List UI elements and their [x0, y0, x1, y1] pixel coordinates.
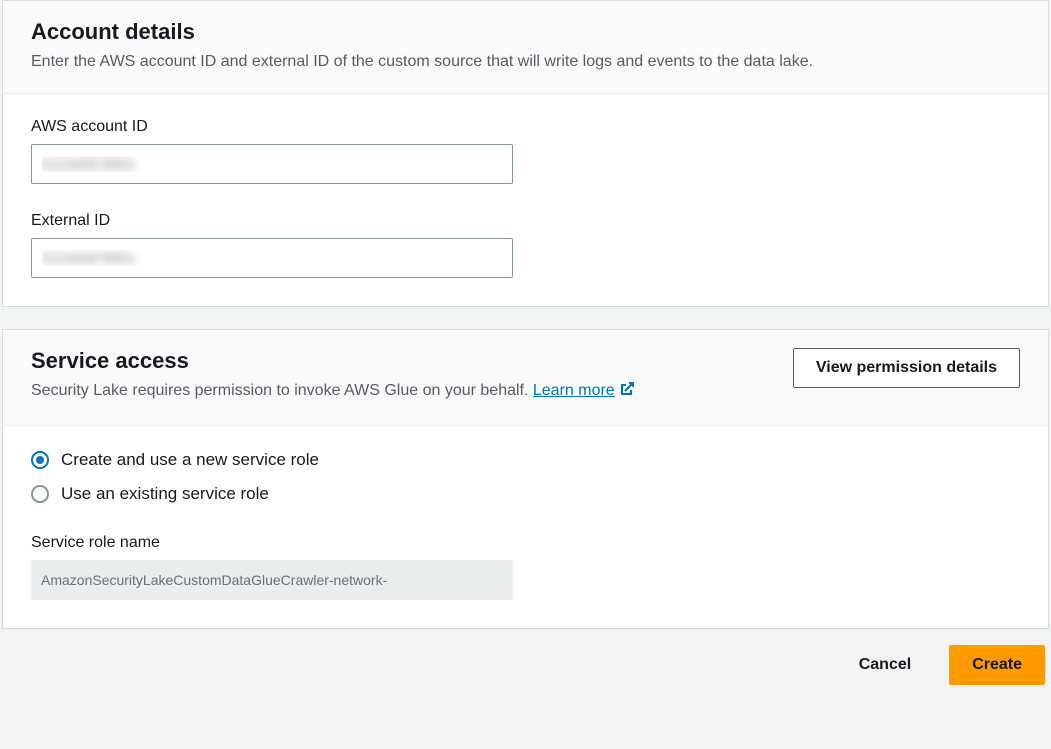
learn-more-link[interactable]: Learn more — [533, 382, 635, 399]
service-access-desc-text: Security Lake requires permission to inv… — [31, 382, 533, 399]
service-role-name-input[interactable] — [31, 560, 513, 600]
radio-indicator-selected — [31, 451, 49, 469]
service-access-header: Service access Security Lake requires pe… — [3, 330, 1048, 425]
view-permission-details-button[interactable]: View permission details — [793, 348, 1020, 388]
external-link-icon — [619, 381, 635, 404]
radio-new-label: Create and use a new service role — [61, 450, 319, 470]
page-footer: Cancel Create — [0, 629, 1051, 685]
service-access-desc: Security Lake requires permission to inv… — [31, 380, 793, 404]
create-button[interactable]: Create — [949, 645, 1045, 685]
radio-use-existing-role[interactable]: Use an existing service role — [31, 484, 1020, 504]
external-id-label: External ID — [31, 212, 1020, 230]
radio-indicator-unselected — [31, 485, 49, 503]
account-details-body: AWS account ID External ID — [3, 94, 1048, 306]
cancel-button[interactable]: Cancel — [837, 645, 933, 685]
service-access-body: Create and use a new service role Use an… — [3, 426, 1048, 628]
account-details-panel: Account details Enter the AWS account ID… — [2, 0, 1049, 307]
service-role-radio-group: Create and use a new service role Use an… — [31, 450, 1020, 504]
service-access-title: Service access — [31, 348, 793, 374]
radio-existing-label: Use an existing service role — [61, 484, 269, 504]
aws-account-id-label: AWS account ID — [31, 118, 1020, 136]
account-details-desc: Enter the AWS account ID and external ID… — [31, 51, 1020, 73]
account-details-header: Account details Enter the AWS account ID… — [3, 1, 1048, 94]
external-id-input[interactable] — [31, 238, 513, 278]
aws-account-id-input[interactable] — [31, 144, 513, 184]
service-role-name-label: Service role name — [31, 534, 1020, 552]
radio-create-new-role[interactable]: Create and use a new service role — [31, 450, 1020, 470]
service-access-panel: Service access Security Lake requires pe… — [2, 329, 1049, 628]
account-details-title: Account details — [31, 19, 1020, 45]
